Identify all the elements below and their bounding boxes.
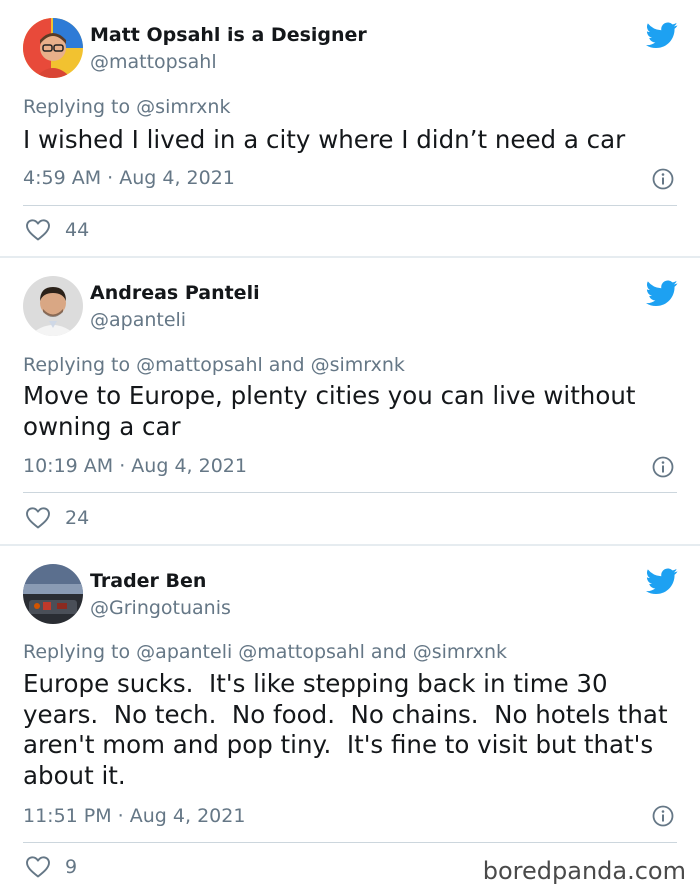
divider (23, 205, 677, 206)
divider (23, 492, 677, 493)
reply-mentions[interactable]: @simrxnk (136, 96, 230, 118)
info-icon[interactable] (652, 805, 674, 827)
tweet-card: Trader Ben @Gringotuanis Replying to @ap… (0, 546, 700, 894)
reply-mentions[interactable]: @mattopsahl and @simrxnk (136, 354, 405, 376)
avatar[interactable] (23, 18, 83, 78)
replying-prefix: Replying to (23, 354, 131, 376)
avatar[interactable] (23, 564, 83, 624)
twitter-bird-icon[interactable] (646, 280, 678, 307)
like-button[interactable]: 44 (25, 217, 89, 243)
user-handle[interactable]: @Gringotuanis (90, 597, 231, 619)
tweet-card: Matt Opsahl is a Designer @mattopsahl Re… (0, 0, 700, 256)
replying-to: Replying to @mattopsahl and @simrxnk (23, 354, 405, 376)
tweet-text: Move to Europe, plenty cities you can li… (23, 381, 644, 441)
tweet-card: Andreas Panteli @apanteli Replying to @m… (0, 258, 700, 544)
like-count: 9 (65, 856, 78, 878)
info-icon[interactable] (652, 456, 674, 478)
replying-to: Replying to @apanteli @mattopsahl and @s… (23, 641, 507, 663)
tweet-text: Europe sucks. It's like stepping back in… (23, 669, 676, 790)
tweet-timestamp[interactable]: 10:19 AM · Aug 4, 2021 (23, 455, 247, 477)
tweet-timestamp[interactable]: 11:51 PM · Aug 4, 2021 (23, 805, 245, 827)
tweet-text: I wished I lived in a city where I didn’… (23, 125, 626, 154)
replying-to: Replying to @simrxnk (23, 96, 230, 118)
heart-icon (26, 507, 50, 529)
watermark: boredpanda.com (482, 857, 686, 885)
avatar[interactable] (23, 276, 83, 336)
reply-mentions[interactable]: @apanteli @mattopsahl and @simrxnk (136, 641, 507, 663)
like-count: 44 (65, 219, 90, 241)
replying-prefix: Replying to (23, 641, 131, 663)
display-name[interactable]: Matt Opsahl is a Designer (90, 24, 367, 46)
display-name[interactable]: Trader Ben (90, 570, 206, 592)
heart-icon (26, 856, 50, 878)
user-handle[interactable]: @mattopsahl (90, 51, 217, 73)
like-button[interactable]: 24 (25, 505, 89, 531)
user-handle[interactable]: @apanteli (90, 309, 186, 331)
replying-prefix: Replying to (23, 96, 131, 118)
divider (23, 842, 677, 843)
twitter-bird-icon[interactable] (646, 568, 678, 595)
tweet-timestamp[interactable]: 4:59 AM · Aug 4, 2021 (23, 167, 235, 189)
display-name[interactable]: Andreas Panteli (90, 282, 260, 304)
twitter-bird-icon[interactable] (646, 22, 678, 49)
info-icon[interactable] (652, 168, 674, 190)
heart-icon (26, 219, 50, 241)
like-count: 24 (65, 507, 90, 529)
like-button[interactable]: 9 (25, 854, 77, 880)
